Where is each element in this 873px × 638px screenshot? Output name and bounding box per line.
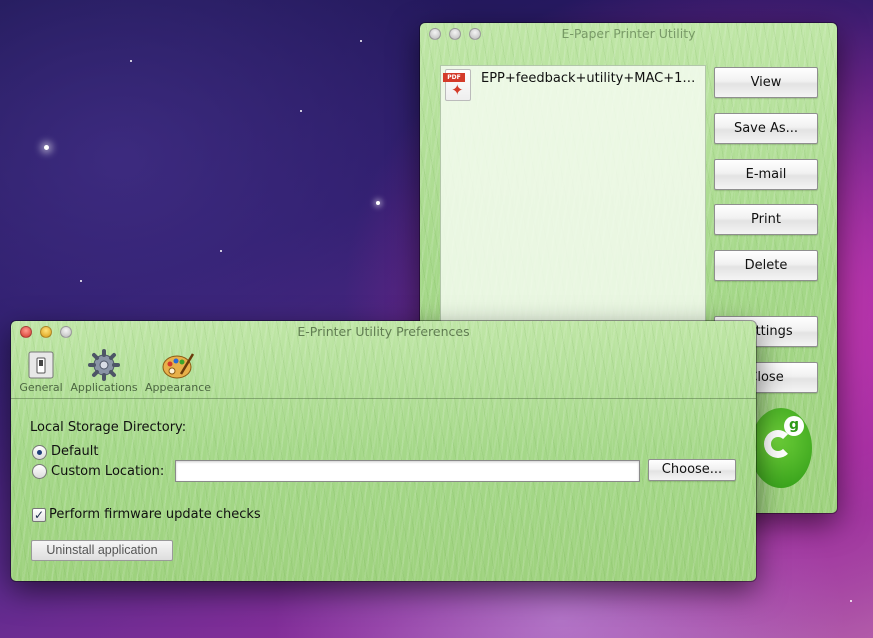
tab-applications[interactable]: Applications bbox=[69, 349, 139, 394]
minimize-window-button[interactable] bbox=[40, 326, 52, 338]
custom-location-radio[interactable] bbox=[32, 464, 47, 479]
star bbox=[360, 40, 362, 42]
preferences-toolbar: General Applications Appearance bbox=[11, 343, 756, 399]
file-name: EPP+feedback+utility+MAC+15... bbox=[481, 71, 701, 86]
firmware-update-label[interactable]: Perform firmware update checks bbox=[49, 507, 261, 522]
uninstall-application-button[interactable]: Uninstall application bbox=[31, 540, 173, 561]
star bbox=[220, 250, 222, 252]
general-pane: Local Storage Directory: Default Custom … bbox=[11, 399, 756, 581]
custom-location-input[interactable] bbox=[175, 460, 640, 482]
star bbox=[130, 60, 132, 62]
print-button[interactable]: Print bbox=[714, 204, 818, 235]
view-button[interactable]: View bbox=[714, 67, 818, 98]
zoom-window-button[interactable] bbox=[60, 326, 72, 338]
star bbox=[850, 600, 852, 602]
custom-location-label[interactable]: Custom Location: bbox=[51, 464, 164, 479]
palette-icon bbox=[145, 349, 211, 381]
firmware-update-checkbox[interactable]: ✓ bbox=[32, 508, 46, 522]
file-list[interactable]: PDF ✦ EPP+feedback+utility+MAC+15... bbox=[440, 65, 706, 355]
email-button[interactable]: E-mail bbox=[714, 159, 818, 190]
close-window-button[interactable] bbox=[429, 28, 441, 40]
star bbox=[300, 110, 302, 112]
star bbox=[80, 280, 82, 282]
tab-general[interactable]: General bbox=[19, 349, 63, 394]
preferences-window: E-Printer Utility Preferences General Ap… bbox=[11, 321, 756, 581]
storage-directory-label: Local Storage Directory: bbox=[30, 420, 187, 435]
list-item[interactable]: PDF ✦ EPP+feedback+utility+MAC+15... bbox=[441, 66, 705, 104]
delete-button[interactable]: Delete bbox=[714, 250, 818, 281]
star bbox=[376, 201, 380, 205]
gear-icon bbox=[69, 349, 139, 381]
window-title: E-Printer Utility Preferences bbox=[297, 324, 470, 339]
tab-appearance[interactable]: Appearance bbox=[145, 349, 211, 394]
close-window-button[interactable] bbox=[20, 326, 32, 338]
window-controls bbox=[20, 326, 72, 338]
minimize-window-button[interactable] bbox=[449, 28, 461, 40]
default-radio[interactable] bbox=[32, 445, 47, 460]
switch-icon bbox=[19, 349, 63, 381]
tab-applications-label: Applications bbox=[70, 381, 138, 394]
logo-letter: g bbox=[784, 416, 804, 436]
window-titlebar[interactable]: E-Paper Printer Utility bbox=[420, 23, 837, 45]
tab-general-label: General bbox=[19, 381, 63, 394]
zoom-window-button[interactable] bbox=[469, 28, 481, 40]
window-title: E-Paper Printer Utility bbox=[561, 26, 696, 41]
choose-button[interactable]: Choose... bbox=[648, 459, 736, 481]
pdf-icon: PDF ✦ bbox=[443, 69, 471, 101]
window-titlebar[interactable]: E-Printer Utility Preferences bbox=[11, 321, 756, 343]
default-radio-label[interactable]: Default bbox=[51, 444, 99, 459]
tab-appearance-label: Appearance bbox=[145, 381, 212, 394]
star bbox=[44, 145, 49, 150]
acrobat-glyph-icon: ✦ bbox=[451, 81, 464, 99]
epp-logo: g bbox=[750, 408, 812, 488]
window-controls bbox=[429, 28, 481, 40]
save-as-button[interactable]: Save As... bbox=[714, 113, 818, 144]
